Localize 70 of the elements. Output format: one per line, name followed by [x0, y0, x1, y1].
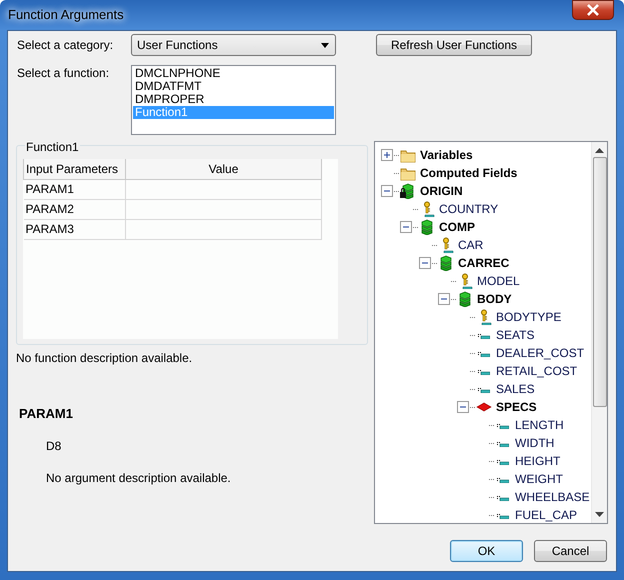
field-icon: [478, 352, 490, 358]
parameter-description: No argument description available.: [46, 471, 231, 485]
field-icon: [497, 514, 509, 520]
field-icon: [478, 334, 490, 340]
tree-item[interactable]: SALES: [496, 380, 535, 398]
tree-item[interactable]: SEATS: [496, 326, 534, 344]
scrollbar-thumb[interactable]: [592, 157, 606, 407]
parameter-cell: PARAM1: [24, 179, 126, 199]
cube-stack-icon: [419, 219, 435, 235]
tree-item[interactable]: BODY: [477, 290, 512, 308]
tree-item[interactable]: CARREC: [458, 254, 510, 272]
tree-item[interactable]: HEIGHT: [515, 452, 560, 470]
cube-stack-icon: [457, 291, 473, 307]
cancel-button[interactable]: Cancel: [534, 540, 607, 562]
collapse-icon[interactable]: [419, 257, 431, 269]
tree-item[interactable]: FUEL_CAP: [515, 506, 578, 523]
scrollbar[interactable]: [591, 142, 607, 523]
refresh-button[interactable]: Refresh User Functions: [376, 34, 532, 56]
column-header[interactable]: Input Parameters: [24, 159, 126, 179]
close-icon: [586, 4, 600, 16]
value-cell[interactable]: [126, 199, 322, 219]
dropdown-value: User Functions: [137, 37, 218, 54]
tree-item[interactable]: LENGTH: [515, 416, 564, 434]
collapse-icon[interactable]: [381, 185, 393, 197]
tree-item[interactable]: DEALER_COST: [496, 344, 584, 362]
value-cell[interactable]: [126, 219, 322, 239]
close-button[interactable]: [572, 0, 614, 20]
function-list-item[interactable]: DMPROPER: [133, 93, 334, 106]
window-title: Function Arguments: [7, 6, 124, 24]
tree-item[interactable]: CAR: [458, 236, 484, 254]
category-label: Select a category:: [16, 38, 114, 52]
column-header[interactable]: Value: [126, 159, 322, 179]
category-dropdown[interactable]: User Functions: [131, 34, 336, 56]
tree-item[interactable]: Variables: [420, 146, 473, 164]
collapse-icon[interactable]: [457, 401, 469, 413]
parameter-cell: PARAM2: [24, 199, 126, 219]
tree-item[interactable]: COUNTRY: [439, 200, 498, 218]
tree-item[interactable]: MODEL: [477, 272, 520, 290]
parameter-type: D8: [46, 439, 62, 453]
field-icon: [497, 496, 509, 502]
tree-item[interactable]: BODYTYPE: [496, 308, 562, 326]
tree-item[interactable]: WIDTH: [515, 434, 554, 452]
dropdown-arrow-icon: [321, 42, 329, 48]
function-description: No function description available.: [16, 351, 194, 365]
field-icon: [497, 478, 509, 484]
tree-item[interactable]: RETAIL_COST: [496, 362, 578, 380]
scroll-up-icon[interactable]: [595, 148, 604, 153]
ok-button[interactable]: OK: [450, 540, 523, 562]
function-list-item[interactable]: DMDATFMT: [133, 80, 334, 93]
field-icon: [497, 460, 509, 466]
tree-item[interactable]: WHEELBASE: [515, 488, 590, 506]
tree-item[interactable]: SPECS: [496, 398, 537, 416]
tree-item[interactable]: WEIGHT: [515, 470, 563, 488]
tree-item[interactable]: COMP: [439, 218, 475, 236]
collapse-icon[interactable]: [438, 293, 450, 305]
value-cell[interactable]: [126, 179, 322, 199]
field-icon: [478, 388, 490, 394]
tree-item[interactable]: Computed Fields: [420, 164, 518, 182]
parameter-cell: PARAM3: [24, 219, 126, 239]
function-list-item[interactable]: DMCLNPHONE: [133, 67, 334, 80]
parameter-name: PARAM1: [19, 407, 73, 421]
cube-stack-icon: [438, 255, 454, 271]
tree-item[interactable]: ORIGIN: [420, 182, 463, 200]
expand-icon[interactable]: [381, 149, 393, 161]
field-icon: [478, 370, 490, 376]
field-icon: [497, 442, 509, 448]
function-label: Select a function:: [16, 65, 110, 82]
scroll-down-icon[interactable]: [595, 512, 604, 517]
collapse-icon[interactable]: [400, 221, 412, 233]
field-icon: [497, 424, 509, 430]
